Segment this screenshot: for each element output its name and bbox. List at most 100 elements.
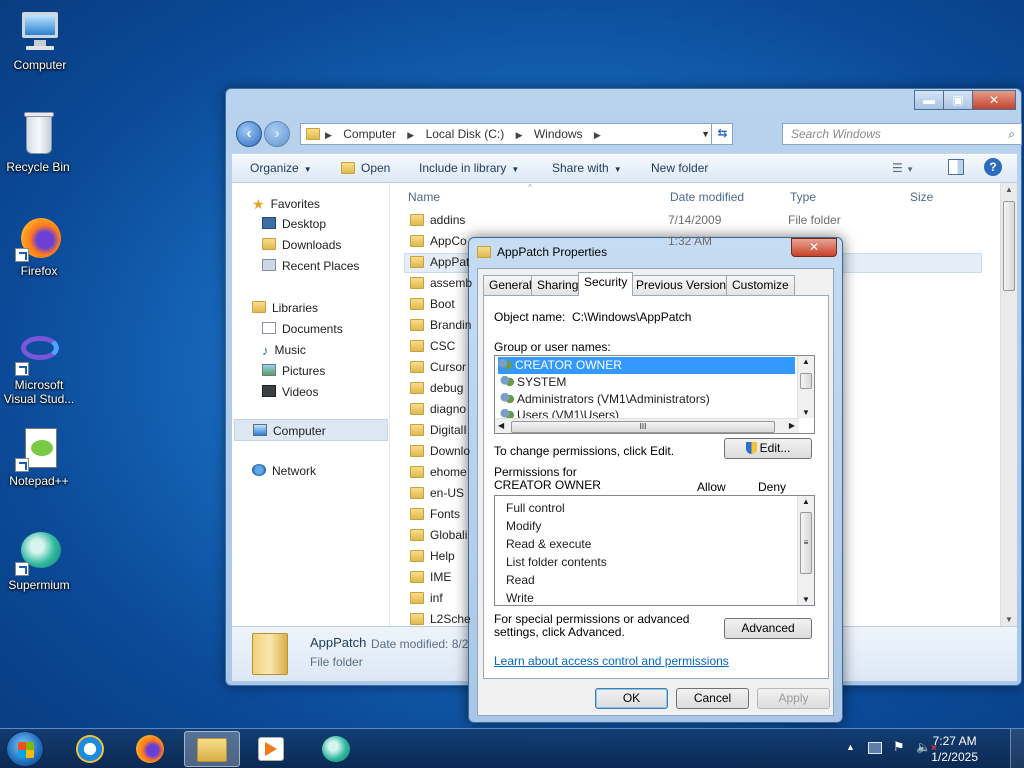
column-size[interactable]: Size — [910, 190, 933, 204]
group-item-administrators[interactable]: Administrators (VM1\Administrators) — [500, 391, 710, 408]
taskbar-supermium[interactable] — [310, 731, 362, 767]
file-row[interactable]: L2Sche — [410, 609, 471, 630]
file-row[interactable]: diagno — [410, 399, 466, 420]
ok-button[interactable]: OK — [595, 688, 668, 709]
breadcrumb-windows[interactable]: Windows — [534, 127, 583, 141]
file-row[interactable]: AppCo — [410, 231, 467, 252]
desktop-icon-supermium[interactable]: Supermium — [1, 528, 77, 592]
close-button[interactable]: ✕ — [972, 90, 1016, 110]
file-row[interactable]: ehome — [410, 462, 467, 483]
desktop-icon-computer[interactable]: Computer — [2, 8, 78, 72]
forward-button[interactable]: › — [264, 121, 290, 147]
desktop-icon-recycle-bin[interactable]: Recycle Bin — [0, 110, 76, 174]
scroll-up-icon[interactable]: ▲ — [798, 357, 814, 366]
nav-favorites[interactable]: ★ Favorites — [252, 196, 320, 212]
clock[interactable]: 7:27 AM 1/2/2025 — [931, 733, 978, 765]
nav-music[interactable]: ♪ Music — [262, 343, 306, 358]
organize-button[interactable]: Organize ▼ — [250, 161, 312, 175]
file-row[interactable]: assemb — [410, 273, 472, 294]
scroll-up-icon[interactable]: ▲ — [1001, 185, 1017, 194]
open-button[interactable]: Open — [341, 161, 390, 175]
group-list-vscroll[interactable]: ▲ ▼ — [797, 356, 814, 418]
nav-desktop[interactable]: Desktop — [262, 217, 326, 231]
preview-pane-icon[interactable] — [948, 159, 964, 175]
scroll-thumb[interactable] — [800, 373, 812, 389]
group-item-system[interactable]: SYSTEM — [500, 374, 566, 391]
breadcrumb-local-disk[interactable]: Local Disk (C:) — [426, 127, 505, 141]
show-hidden-icons[interactable]: ▲ — [846, 742, 855, 752]
file-row[interactable]: Fonts — [410, 504, 460, 525]
scroll-thumb[interactable]: ≡ — [800, 512, 812, 574]
column-date-modified[interactable]: Date modified — [670, 190, 744, 204]
include-in-library-button[interactable]: Include in library ▼ — [419, 161, 519, 175]
file-row[interactable]: CSC — [410, 336, 455, 357]
taskbar-internet-explorer[interactable] — [64, 731, 116, 767]
file-row[interactable]: Cursor — [410, 357, 466, 378]
file-list-scrollbar[interactable]: ▲ ▼ — [1000, 183, 1017, 626]
nav-pictures[interactable]: Pictures — [262, 364, 325, 378]
file-row[interactable]: Help — [410, 546, 455, 567]
show-desktop-button[interactable] — [1010, 729, 1024, 768]
search-input[interactable]: Search Windows ⌕ — [782, 123, 1022, 145]
tab-general[interactable]: General — [483, 275, 538, 295]
desktop-icon-notepad-plus[interactable]: Notepad++ — [1, 424, 77, 488]
taskbar-firefox[interactable] — [124, 731, 176, 767]
view-options-icon[interactable]: ☰ ▼ — [892, 161, 914, 175]
tab-previous-versions[interactable]: Previous Versions — [630, 275, 739, 295]
new-folder-button[interactable]: New folder — [651, 161, 708, 175]
scroll-left-icon[interactable]: ◀ — [498, 421, 504, 430]
tab-sharing[interactable]: Sharing — [531, 275, 585, 295]
scroll-right-icon[interactable]: ▶ — [789, 421, 795, 430]
back-button[interactable]: ‹ — [236, 121, 262, 147]
address-bar[interactable]: ▶ Computer ▶ Local Disk (C:) ▶ Windows ▶… — [300, 123, 733, 145]
hscroll-thumb[interactable]: III — [511, 421, 775, 433]
desktop-icon-firefox[interactable]: Firefox — [1, 214, 77, 278]
nav-recent-places[interactable]: Recent Places — [262, 259, 359, 273]
search-icon[interactable]: ⌕ — [1008, 124, 1015, 144]
permissions-scrollbar[interactable]: ▲ ≡ ▼ — [797, 496, 814, 605]
file-row[interactable]: Downlo — [410, 441, 470, 462]
group-item-users[interactable]: Users (VM1\Users) — [500, 407, 619, 418]
edit-button[interactable]: Edit... — [724, 438, 812, 459]
group-list-hscroll[interactable]: ◀ III ▶ — [495, 418, 799, 433]
nav-documents[interactable]: Documents — [262, 322, 343, 336]
network-tray-icon[interactable] — [868, 742, 882, 754]
file-row[interactable]: addins 7/14/2009 1:32 AM File folder — [410, 210, 841, 248]
desktop-icon-visual-studio[interactable]: Microsoft Visual Stud... — [1, 328, 77, 406]
file-row[interactable]: Globali — [410, 525, 467, 546]
file-row[interactable]: Brandin — [410, 315, 471, 336]
group-list[interactable]: CREATOR OWNER SYSTEM Administrators (VM1… — [494, 355, 815, 434]
apply-button[interactable]: Apply — [757, 688, 830, 709]
scroll-thumb[interactable] — [1003, 201, 1015, 291]
refresh-icon[interactable]: ⇆ — [711, 123, 733, 145]
group-item-creator-owner[interactable]: CREATOR OWNER — [498, 357, 795, 374]
tab-customize[interactable]: Customize — [726, 275, 795, 295]
file-row[interactable]: debug — [410, 378, 463, 399]
nav-libraries[interactable]: Libraries — [252, 301, 318, 315]
file-row[interactable]: AppPat — [410, 252, 469, 273]
column-type[interactable]: Type — [790, 190, 816, 204]
share-with-button[interactable]: Share with ▼ — [552, 161, 622, 175]
action-center-flag-icon[interactable]: ⚑ — [893, 739, 905, 755]
taskbar-media-player[interactable] — [246, 731, 298, 767]
help-icon[interactable]: ? — [984, 158, 1002, 176]
file-row[interactable]: IME — [410, 567, 451, 588]
maximize-button[interactable]: ▣ — [943, 90, 973, 110]
scroll-up-icon[interactable]: ▲ — [798, 497, 814, 506]
start-button[interactable] — [6, 731, 44, 767]
breadcrumb-computer[interactable]: Computer — [343, 127, 396, 141]
nav-network[interactable]: Network — [252, 464, 316, 478]
column-name[interactable]: Name — [408, 190, 440, 204]
tab-security[interactable]: Security — [578, 272, 634, 296]
dialog-close-button[interactable]: ✕ — [791, 238, 837, 257]
nav-computer[interactable]: Computer — [234, 419, 388, 441]
address-dropdown-icon[interactable]: ▼ — [701, 124, 710, 144]
nav-videos[interactable]: Videos — [262, 385, 318, 399]
permissions-list[interactable]: Full control Modify Read & execute List … — [494, 495, 815, 606]
scroll-down-icon[interactable]: ▼ — [1001, 615, 1017, 624]
scroll-down-icon[interactable]: ▼ — [798, 595, 814, 604]
cancel-button[interactable]: Cancel — [676, 688, 749, 709]
file-row[interactable]: inf — [410, 588, 443, 609]
taskbar-explorer[interactable] — [184, 731, 240, 767]
minimize-button[interactable]: ▬ — [914, 90, 944, 110]
